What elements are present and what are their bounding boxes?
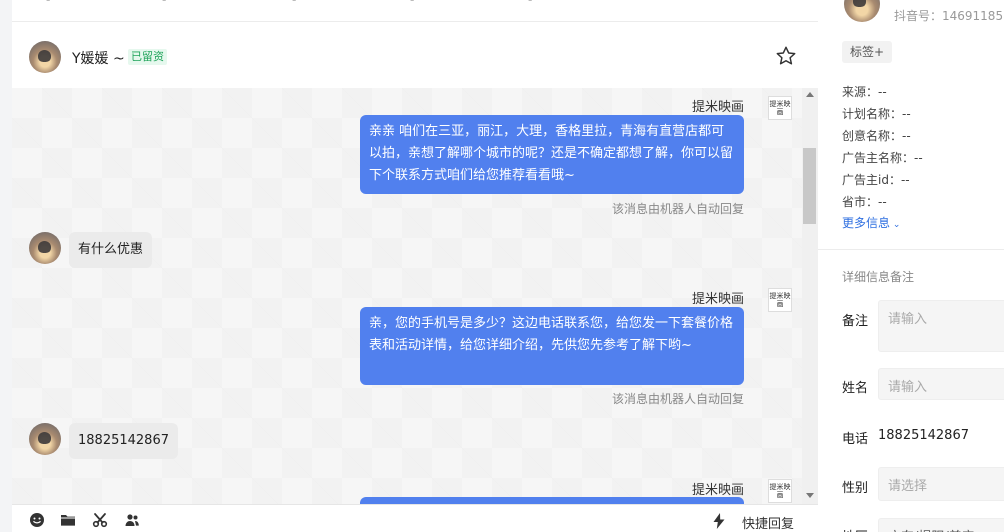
- avatar[interactable]: [29, 41, 61, 73]
- folder-icon[interactable]: [60, 512, 76, 528]
- lightning-icon[interactable]: [712, 513, 726, 529]
- status-badge: 已留资: [128, 49, 167, 65]
- top-strip-item[interactable]: -: [410, 0, 414, 7]
- chat-header: Y媛媛 ~ 已留资: [12, 22, 818, 88]
- emoji-icon[interactable]: [29, 512, 45, 528]
- remark-label: 备注: [842, 314, 869, 329]
- info-advertiser-id: 广告主id：--: [842, 173, 910, 187]
- robot-reply-note: 该消息由机器人自动回复: [611, 392, 744, 406]
- avatar: [844, 0, 880, 22]
- info-advertiser-name: 广告主名称：--: [842, 151, 923, 165]
- remark-input[interactable]: 请输入: [878, 300, 1004, 352]
- divider: [818, 249, 1004, 250]
- top-strip-item[interactable]: -: [46, 0, 50, 7]
- robot-reply-note: 该消息由机器人自动回复: [611, 202, 744, 216]
- top-strip: - - - - -: [12, 0, 818, 22]
- customer-info-panel: 抖音号：1469118587 标签+ 来源：-- 计划名称：-- 创意名称：--…: [818, 0, 1004, 532]
- top-strip-item[interactable]: -: [162, 0, 166, 7]
- scroll-thumb[interactable]: [803, 148, 816, 224]
- phone-value: 18825142867: [878, 428, 969, 443]
- more-info-link[interactable]: 更多信息 ⌄: [842, 214, 900, 231]
- name-label: 姓名: [842, 381, 869, 396]
- info-creative-name: 创意名称：--: [842, 129, 911, 143]
- message-scrollbar[interactable]: [802, 88, 818, 504]
- contact-name: Y媛媛 ~: [72, 51, 125, 67]
- scroll-down-icon[interactable]: [806, 493, 814, 498]
- app-root: - - - - - Y媛媛 ~ 已留资 提米映画 提米映画 亲亲 咱们在三亚，丽…: [0, 0, 1004, 532]
- name-input[interactable]: 请输入: [878, 368, 1004, 400]
- chevron-down-icon: ⌄: [890, 220, 901, 230]
- quick-reply-button[interactable]: 快捷回复: [742, 513, 794, 532]
- phone-label: 电话: [842, 432, 869, 447]
- info-source: 来源：--: [842, 85, 887, 99]
- douyin-id: 抖音号：1469118587: [894, 9, 1004, 23]
- sender-name: 提米映画: [691, 483, 744, 498]
- sender-avatar: 提米映画: [768, 288, 792, 312]
- sender-name: 提米映画: [691, 292, 744, 307]
- scroll-up-icon[interactable]: [806, 92, 814, 97]
- region-label: 地区: [842, 526, 868, 532]
- chat-panel: - - - - - Y媛媛 ~ 已留资 提米映画 提米映画 亲亲 咱们在三亚，丽…: [12, 0, 818, 532]
- sender-name: 提米映画: [691, 100, 744, 115]
- message-bubble-incoming: 18825142867: [69, 423, 178, 459]
- avatar[interactable]: [29, 232, 61, 264]
- avatar[interactable]: [29, 423, 61, 455]
- gender-label: 性别: [842, 481, 869, 496]
- section-title: 详细信息备注: [842, 270, 915, 284]
- star-icon[interactable]: [775, 45, 797, 67]
- sender-avatar: 提米映画: [768, 96, 792, 120]
- message-bubble-incoming: 有什么优惠: [69, 232, 153, 268]
- message-bubble-outgoing: 亲亲 咱们在三亚，丽江，大理，香格里拉，青海有直营店都可以拍，亲想了解哪个城市的…: [360, 115, 744, 194]
- top-strip-item[interactable]: -: [292, 0, 296, 7]
- info-province-city: 省市：--: [842, 195, 887, 209]
- scissors-icon[interactable]: [92, 512, 108, 528]
- gender-select[interactable]: 请选择: [878, 467, 1004, 501]
- sender-avatar: 提米映画: [768, 479, 792, 503]
- add-tag-button[interactable]: 标签+: [842, 41, 893, 63]
- input-toolbar: 快捷回复: [12, 504, 818, 532]
- top-strip-item[interactable]: -: [528, 0, 532, 7]
- info-plan-name: 计划名称：--: [842, 107, 911, 121]
- users-icon[interactable]: [124, 512, 140, 528]
- message-bubble-outgoing: 亲，您的手机号是多少？这边电话联系您，给您发一下套餐价格表和活动详情，给您详细介…: [360, 307, 744, 385]
- message-bubble-outgoing: [360, 497, 744, 504]
- message-list[interactable]: 提米映画 提米映画 亲亲 咱们在三亚，丽江，大理，香格里拉，青海有直营店都可以拍…: [12, 88, 802, 504]
- region-select[interactable]: 广东/揭阳/普宁: [878, 518, 1004, 532]
